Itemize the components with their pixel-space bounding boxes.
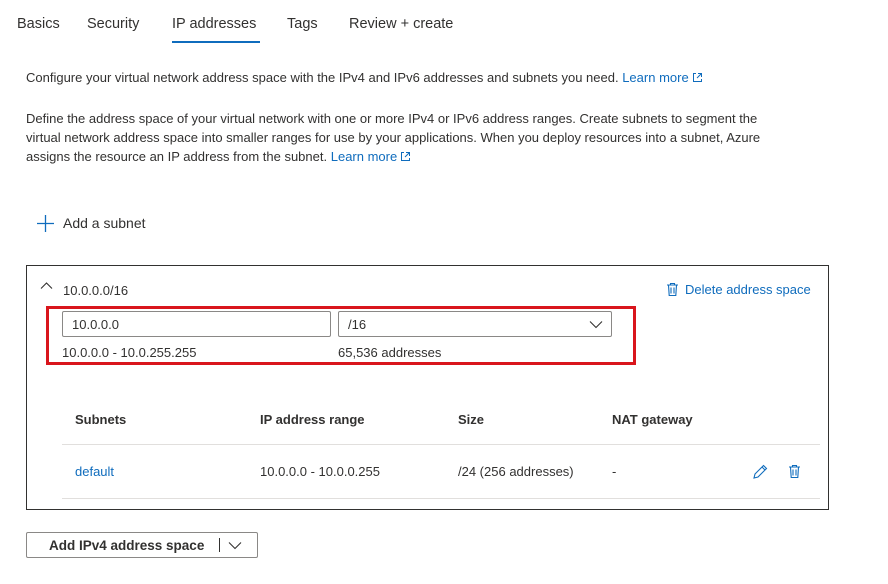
trash-icon — [667, 282, 678, 297]
external-link-icon — [401, 152, 411, 161]
subnet-name-link[interactable]: default — [75, 464, 114, 479]
tab-review-create[interactable]: Review + create — [349, 16, 453, 32]
description-learn-more-link[interactable]: Learn more — [331, 149, 411, 164]
table-row-divider — [62, 498, 820, 499]
chevron-down-icon[interactable] — [228, 541, 242, 550]
edit-pencil-icon[interactable] — [752, 464, 768, 480]
tab-basics[interactable]: Basics — [17, 16, 60, 32]
address-prefix-dropdown[interactable]: /16 — [338, 311, 612, 337]
tab-bar: Basics Security IP addresses Tags Review… — [0, 0, 888, 48]
chevron-up-icon[interactable] — [40, 281, 53, 290]
description-text: Define the address space of your virtual… — [26, 109, 846, 166]
intro-learn-more-label: Learn more — [622, 70, 689, 85]
column-header-size: Size — [458, 412, 485, 427]
table-divider — [62, 444, 820, 445]
address-ip-input[interactable]: 10.0.0.0 — [62, 311, 331, 337]
tab-ip-addresses[interactable]: IP addresses — [172, 16, 256, 32]
tab-security[interactable]: Security — [87, 16, 139, 32]
intro-text: Configure your virtual network address s… — [26, 68, 703, 87]
address-prefix-value: /16 — [348, 316, 367, 332]
add-ipv4-address-space-split-button[interactable]: Add IPv4 address space — [26, 532, 258, 558]
plus-icon — [37, 214, 54, 232]
address-ip-value: 10.0.0.0 — [72, 316, 119, 332]
tab-tags[interactable]: Tags — [287, 16, 318, 32]
split-button-divider — [219, 538, 220, 552]
delete-address-space-label: Delete address space — [685, 282, 811, 297]
external-link-icon — [692, 73, 702, 82]
subnet-nat-gateway: - — [612, 464, 617, 479]
chevron-down-icon — [589, 321, 603, 329]
address-space-title: 10.0.0.0/16 — [63, 283, 129, 298]
column-header-ip-range: IP address range — [260, 412, 365, 427]
address-range-hint: 10.0.0.0 - 10.0.255.255 — [62, 345, 197, 360]
description-line-3: assigns the resource an IP address from … — [26, 147, 846, 166]
subnet-ip-range: 10.0.0.0 - 10.0.0.255 — [260, 464, 380, 479]
description-line-1: Define the address space of your virtual… — [26, 111, 758, 126]
intro-text-body: Configure your virtual network address s… — [26, 70, 619, 85]
description-line-3-text: assigns the resource an IP address from … — [26, 149, 328, 164]
address-count-hint: 65,536 addresses — [338, 345, 442, 360]
subnet-size: /24 (256 addresses) — [458, 464, 574, 479]
address-space-panel: 10.0.0.0/16 Delete address space 10.0.0.… — [26, 265, 829, 510]
column-header-subnets: Subnets — [75, 412, 127, 427]
add-ipv4-address-space-label: Add IPv4 address space — [49, 537, 205, 553]
delete-address-space-button[interactable]: Delete address space — [666, 282, 811, 297]
trash-icon[interactable] — [788, 464, 801, 479]
description-learn-more-label: Learn more — [330, 149, 398, 164]
column-header-nat-gateway: NAT gateway — [612, 412, 693, 427]
add-subnet-label: Add a subnet — [63, 215, 146, 231]
intro-learn-more-link[interactable]: Learn more — [622, 70, 702, 85]
active-tab-indicator — [172, 41, 260, 43]
add-subnet-button[interactable]: Add a subnet — [36, 212, 146, 234]
description-line-2: virtual network address space into small… — [26, 130, 761, 145]
